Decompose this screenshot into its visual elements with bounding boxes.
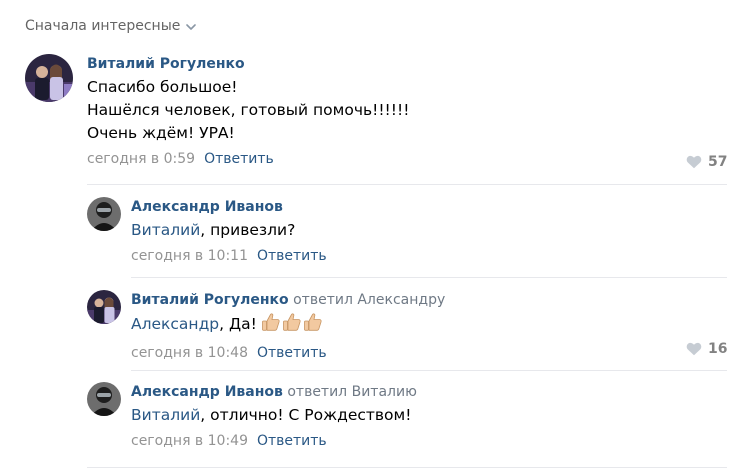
replied-to-link[interactable]: Александру xyxy=(357,292,445,308)
thumbs-up-emoji xyxy=(261,313,280,331)
avatar[interactable] xyxy=(87,290,121,324)
comment-text-body: , Да! xyxy=(219,315,257,333)
like-count: 57 xyxy=(708,154,728,170)
comment-date[interactable]: сегодня в 10:11 xyxy=(131,248,248,264)
comment-meta: сегодня в 10:48 Ответить xyxy=(131,343,445,363)
comment-text-body: , отлично! С Рождеством! xyxy=(200,406,412,424)
comment: Александр Иванов Виталий, привезли? сего… xyxy=(87,197,737,271)
comment-text-body: , привезли? xyxy=(200,221,296,239)
avatar[interactable] xyxy=(87,197,121,231)
reply-button[interactable]: Ответить xyxy=(257,248,327,264)
comment-date[interactable]: сегодня в 0:59 xyxy=(87,151,195,167)
mention-link[interactable]: Виталий xyxy=(131,406,200,424)
like-count: 16 xyxy=(708,341,728,357)
comment-date[interactable]: сегодня в 10:49 xyxy=(131,433,248,449)
chevron-down-icon xyxy=(186,23,197,30)
sort-dropdown[interactable]: Сначала интересные xyxy=(25,16,197,36)
reply-button[interactable]: Ответить xyxy=(257,345,327,361)
replied-label: ответил xyxy=(293,292,353,308)
replied-to-link[interactable]: Виталию xyxy=(352,384,417,400)
like-button[interactable]: 57 xyxy=(686,154,727,170)
thumbs-up-emoji xyxy=(282,313,301,331)
divider xyxy=(87,467,727,468)
comment-text: Александр, Да! xyxy=(131,312,445,339)
emoji-group xyxy=(261,312,324,339)
reply-button[interactable]: Ответить xyxy=(257,433,327,449)
comment-author[interactable]: Александр Иванов xyxy=(131,384,283,400)
divider xyxy=(131,277,727,278)
comment-text: Виталий, отлично! С Рождеством! xyxy=(131,404,417,427)
heart-icon xyxy=(686,155,702,169)
heart-icon xyxy=(686,342,702,356)
replied-to: ответил Александру xyxy=(293,292,445,308)
comment-text: Виталий, привезли? xyxy=(131,219,327,242)
divider xyxy=(131,370,727,371)
comment-text-line: Спасибо большое! xyxy=(87,78,238,96)
comment-author[interactable]: Александр Иванов xyxy=(131,199,283,215)
comment-author[interactable]: Виталий Рогуленко xyxy=(131,292,289,308)
comment: Виталий Рогуленко ответил Александру Але… xyxy=(87,290,737,364)
comment-meta: сегодня в 0:59 Ответить xyxy=(87,149,409,169)
comment-date[interactable]: сегодня в 10:48 xyxy=(131,345,248,361)
mention-link[interactable]: Виталий xyxy=(131,221,200,239)
comment-text: Спасибо большое! Нашёлся человек, готовы… xyxy=(87,76,409,145)
mention-link[interactable]: Александр xyxy=(131,315,219,333)
comment-text-line: Нашёлся человек, готовый помочь!!!!!! xyxy=(87,101,410,119)
thumbs-up-emoji xyxy=(303,313,322,331)
comment: Виталий Рогуленко Спасибо большое! Нашёл… xyxy=(25,54,735,184)
comment-meta: сегодня в 10:49 Ответить xyxy=(131,431,417,451)
comment-author[interactable]: Виталий Рогуленко xyxy=(87,56,245,72)
divider xyxy=(87,184,727,185)
comment: Александр Иванов ответил Виталию Виталий… xyxy=(87,382,737,456)
replied-to: ответил Виталию xyxy=(287,384,417,400)
comment-meta: сегодня в 10:11 Ответить xyxy=(131,246,327,266)
reply-button[interactable]: Ответить xyxy=(204,151,274,167)
sort-label: Сначала интересные xyxy=(25,18,181,34)
like-button[interactable]: 16 xyxy=(686,341,727,357)
avatar[interactable] xyxy=(87,382,121,416)
avatar[interactable] xyxy=(25,54,73,102)
comment-text-line: Очень ждём! УРА! xyxy=(87,124,235,142)
replied-label: ответил xyxy=(287,384,348,400)
